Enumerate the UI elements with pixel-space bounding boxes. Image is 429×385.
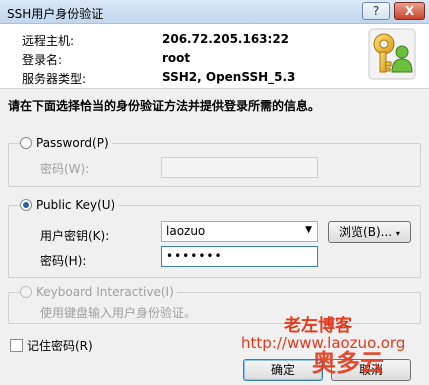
password-field[interactable] xyxy=(161,157,318,178)
passphrase-field[interactable]: ••••••• xyxy=(161,246,318,267)
passphrase-label: 密码(H): xyxy=(40,254,87,268)
publickey-radio-label: Public Key(U) xyxy=(36,198,116,212)
remember-password-checkbox[interactable]: 记住密码(R) xyxy=(10,337,93,354)
user-key-label: 用户密钥(K): xyxy=(40,229,110,243)
chevron-down-icon: ▾ xyxy=(395,229,400,238)
chevron-down-icon: ▼ xyxy=(305,225,312,235)
remember-password-box[interactable] xyxy=(10,339,23,352)
host-value: 206.72.205.163:22 xyxy=(162,32,290,46)
user-value: root xyxy=(162,51,191,65)
user-key-icon xyxy=(368,28,416,80)
close-button[interactable]: X xyxy=(394,2,425,20)
publickey-radio-button[interactable] xyxy=(20,199,32,211)
server-type-value: SSH2, OpenSSH_5.3 xyxy=(162,70,296,84)
ok-button[interactable]: 确定 xyxy=(243,359,323,381)
password-radio-button[interactable] xyxy=(20,137,32,149)
title-bar[interactable]: SSH用户身份验证 ? X xyxy=(0,0,429,24)
browse-button-label: 浏览(B)... xyxy=(339,225,393,239)
host-label: 远程主机: xyxy=(22,34,75,48)
window-title: SSH用户身份验证 xyxy=(7,7,104,21)
watermark-brand: 奥多云 xyxy=(312,349,384,377)
watermark-blog-name: 老左博客 xyxy=(284,316,352,336)
keyboard-interactive-radio-label: Keyboard Interactive(I) xyxy=(36,285,174,299)
remember-password-label: 记住密码(R) xyxy=(27,339,93,353)
password-radio-label: Password(P) xyxy=(36,136,109,150)
keyboard-interactive-radio-button[interactable] xyxy=(20,286,32,298)
server-type-label: 服务器类型: xyxy=(22,72,87,86)
browse-button[interactable]: 浏览(B)... ▾ xyxy=(328,221,411,243)
instruction-text: 请在下面选择恰当的身份验证方法并提供登录所需的信息。 xyxy=(8,99,321,113)
user-key-value: laozuo xyxy=(166,224,206,238)
publickey-radio[interactable]: Public Key(U) xyxy=(20,198,119,212)
keyboard-interactive-radio[interactable]: Keyboard Interactive(I) xyxy=(20,285,177,299)
user-key-select[interactable]: laozuo ▼ xyxy=(161,221,318,242)
password-radio[interactable]: Password(P) xyxy=(20,136,112,150)
help-button[interactable]: ? xyxy=(362,2,390,20)
keyboard-interactive-hint: 使用键盘输入用户身份验证。 xyxy=(40,306,197,320)
password-field-label: 密码(W): xyxy=(40,162,90,176)
user-label: 登录名: xyxy=(22,53,63,67)
